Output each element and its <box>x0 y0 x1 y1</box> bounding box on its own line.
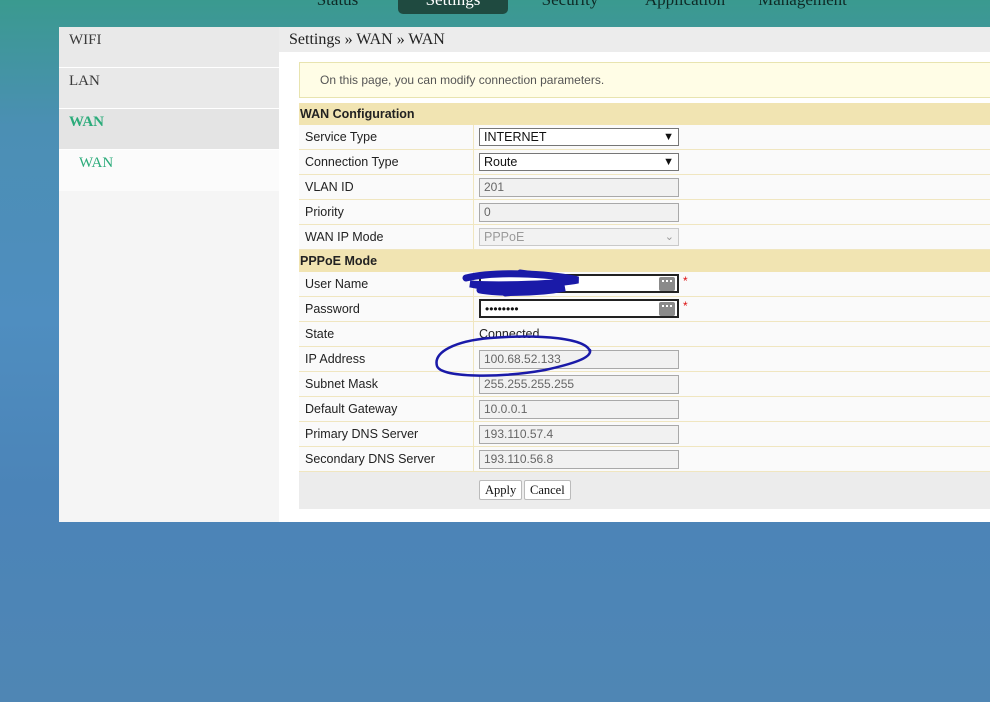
form-row: WAN IP Mode PPPoE ⌄ <box>299 225 990 250</box>
primary-dns-label: Primary DNS Server <box>299 422 474 446</box>
info-banner: On this page, you can modify connection … <box>299 62 990 98</box>
ip-address-label: IP Address <box>299 347 474 371</box>
connection-type-select[interactable]: Route ▼ <box>479 153 679 171</box>
cancel-button[interactable]: Cancel <box>524 480 571 500</box>
form-row: Subnet Mask 255.255.255.255 <box>299 372 990 397</box>
sidebar: WIFI LAN WAN WAN <box>59 27 279 522</box>
password-value: •••••••• <box>485 302 519 316</box>
tab-application[interactable]: Application <box>640 0 730 14</box>
sidebar-item-wifi[interactable]: WIFI <box>59 27 279 68</box>
breadcrumb: Settings » WAN » WAN <box>279 27 990 52</box>
form-row: Priority 0 <box>299 200 990 225</box>
form-row: Service Type INTERNET ▼ <box>299 125 990 150</box>
tab-settings[interactable]: Settings <box>398 0 508 14</box>
state-label: State <box>299 322 474 346</box>
password-input[interactable]: •••••••• <box>479 299 679 318</box>
chevron-down-icon: ▼ <box>663 131 674 143</box>
sidebar-subitem-wan[interactable]: WAN <box>59 150 279 191</box>
connection-type-value: Route <box>484 155 518 169</box>
key-icon[interactable] <box>659 277 675 291</box>
vlan-id-label: VLAN ID <box>299 175 474 199</box>
tab-security[interactable]: Security <box>530 0 610 14</box>
sidebar-item-lan[interactable]: LAN <box>59 68 279 109</box>
form-row: State Connected <box>299 322 990 347</box>
form-row: Secondary DNS Server 193.110.56.8 <box>299 447 990 472</box>
key-icon[interactable] <box>659 302 675 316</box>
form-row: Default Gateway 10.0.0.1 <box>299 397 990 422</box>
form-row: User Name * <box>299 272 990 297</box>
chevron-down-icon: ⌄ <box>664 231 674 243</box>
apply-button[interactable]: Apply <box>479 480 523 500</box>
default-gateway-input[interactable]: 10.0.0.1 <box>479 400 679 419</box>
connection-type-label: Connection Type <box>299 150 474 174</box>
user-name-label: User Name <box>299 272 474 296</box>
required-mark: * <box>683 299 688 313</box>
secondary-dns-input[interactable]: 193.110.56.8 <box>479 450 679 469</box>
section-pppoe-mode: PPPoE Mode <box>299 250 990 272</box>
form-row: VLAN ID 201 <box>299 175 990 200</box>
form-row: Password •••••••• * <box>299 297 990 322</box>
top-nav: Status Settings Security Application Man… <box>0 0 990 26</box>
main-panel: WIFI LAN WAN WAN Settings » WAN » WAN On… <box>59 27 990 522</box>
form-row: Connection Type Route ▼ <box>299 150 990 175</box>
default-gateway-label: Default Gateway <box>299 397 474 421</box>
password-label: Password <box>299 297 474 321</box>
section-wan-configuration: WAN Configuration <box>299 103 990 125</box>
secondary-dns-label: Secondary DNS Server <box>299 447 474 471</box>
service-type-select[interactable]: INTERNET ▼ <box>479 128 679 146</box>
wan-ip-mode-value: PPPoE <box>484 230 525 244</box>
vlan-id-input[interactable]: 201 <box>479 178 679 197</box>
tab-management[interactable]: Management <box>755 0 850 14</box>
ip-address-input[interactable]: 100.68.52.133 <box>479 350 679 369</box>
wan-form: WAN Configuration Service Type INTERNET ▼… <box>299 103 990 509</box>
wan-ip-mode-label: WAN IP Mode <box>299 225 474 249</box>
service-type-value: INTERNET <box>484 130 547 144</box>
subnet-mask-label: Subnet Mask <box>299 372 474 396</box>
primary-dns-input[interactable]: 193.110.57.4 <box>479 425 679 444</box>
form-row: Primary DNS Server 193.110.57.4 <box>299 422 990 447</box>
sidebar-item-wan[interactable]: WAN <box>59 109 279 150</box>
subnet-mask-input[interactable]: 255.255.255.255 <box>479 375 679 394</box>
priority-label: Priority <box>299 200 474 224</box>
form-row: IP Address 100.68.52.133 <box>299 347 990 372</box>
service-type-label: Service Type <box>299 125 474 149</box>
user-name-input[interactable] <box>479 274 679 293</box>
priority-input[interactable]: 0 <box>479 203 679 222</box>
tab-status[interactable]: Status <box>300 0 375 14</box>
wan-ip-mode-select[interactable]: PPPoE ⌄ <box>479 228 679 246</box>
button-bar: Apply Cancel <box>299 472 990 509</box>
state-value: Connected <box>479 327 540 341</box>
chevron-down-icon: ▼ <box>663 156 674 168</box>
content-area: Settings » WAN » WAN On this page, you c… <box>279 27 990 522</box>
required-mark: * <box>683 274 688 288</box>
